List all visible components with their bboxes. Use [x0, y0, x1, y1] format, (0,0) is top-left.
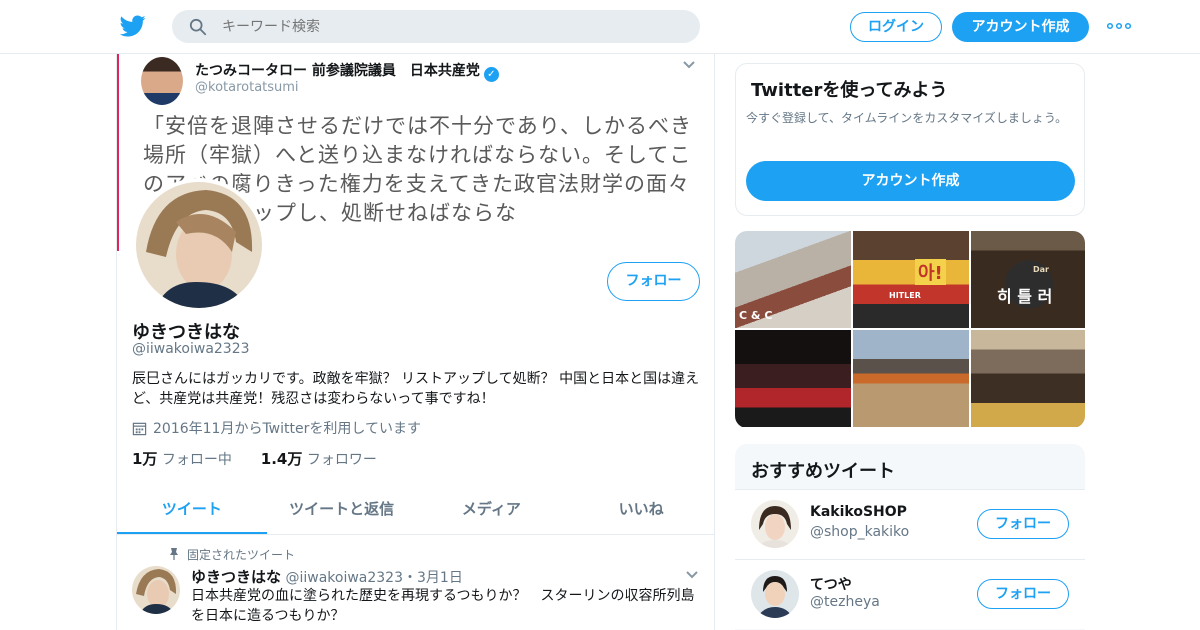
following-label: フォロー中	[161, 452, 232, 468]
top-nav-bar: ログイン アカウント作成	[0, 0, 1200, 54]
media-sign-text: 아!	[915, 259, 946, 285]
tab-tweets[interactable]: ツイート	[117, 485, 267, 534]
verified-icon: ✓	[483, 67, 499, 82]
recommended-avatar-portrait	[751, 570, 799, 618]
tweet-header: ゆきつきはな @iiwakoiwa2323・3月1日	[191, 566, 463, 587]
followers-count: 1.4万	[260, 450, 303, 468]
recommended-title: おすすめツイート	[751, 461, 895, 482]
recommended-user-avatar[interactable]	[751, 500, 799, 548]
tweet-text: 日本共産党の血に塗られた歴史を再現するつもりか？ スターリンの収容所列島を日本に…	[191, 588, 695, 624]
media-thumbnail[interactable]: C & C	[735, 231, 851, 328]
recommended-user-row[interactable]: てつや @tezheya フォロー	[735, 559, 1085, 629]
search-icon	[189, 18, 207, 36]
tab-media[interactable]: メディア	[417, 485, 567, 534]
profile-tabs: ツイート ツイートと返信 メディア いいね	[117, 485, 714, 535]
media-thumbnail[interactable]	[853, 330, 969, 427]
follow-button[interactable]: フォロー	[977, 509, 1069, 539]
joined-text: 2016年11月からTwitterを利用しています	[153, 421, 421, 437]
tab-tweets-and-replies[interactable]: ツイートと返信	[267, 485, 417, 534]
profile-bio: 辰巳さんにはガッカリです。政敵を牢獄？ リストアップして処断？ 中国と日本と国は…	[132, 371, 700, 407]
signup-card-button[interactable]: アカウント作成	[746, 161, 1075, 201]
tweet-avatar-portrait	[132, 566, 180, 614]
banner-tweet-name: たつみコータロー 前参議院議員 日本共産党	[195, 63, 480, 79]
more-dots-icon[interactable]	[1107, 19, 1131, 33]
signup-button[interactable]: アカウント作成	[952, 12, 1089, 42]
recommended-user-handle: @tezheya	[810, 594, 880, 610]
pinned-label-text: 固定されたツイート	[187, 548, 296, 562]
media-thumbnail[interactable]	[735, 330, 851, 427]
following-stat[interactable]: 1万 フォロー中	[132, 450, 232, 468]
login-button[interactable]: ログイン	[850, 12, 942, 42]
profile-stats: 1万 フォロー中 1.4万 フォロワー	[132, 448, 377, 469]
tab-likes[interactable]: いいね	[566, 485, 714, 534]
media-thumbnail[interactable]	[971, 330, 1085, 427]
media-thumbnail-grid: C & C 아! HITLER Dar 히 틀 러	[735, 231, 1085, 428]
profile-avatar[interactable]	[132, 178, 266, 312]
followers-stat[interactable]: 1.4万 フォロワー	[260, 450, 377, 468]
media-sign-text: Dar	[1033, 265, 1049, 274]
chevron-down-icon	[683, 61, 695, 69]
search-input[interactable]	[222, 10, 682, 43]
banner-tweet-avatar	[141, 57, 183, 105]
tweet-author-handle: @iiwakoiwa2323	[285, 570, 403, 586]
recommended-user-handle: @shop_kakiko	[810, 524, 910, 540]
recommended-user-name[interactable]: てつや	[810, 574, 852, 594]
media-sign-text: C & C	[739, 309, 773, 322]
profile-column: たつみコータロー 前参議院議員 日本共産党 ✓ @kotarotatsumi 「安…	[116, 54, 715, 630]
media-thumbnail[interactable]: Dar 히 틀 러	[971, 231, 1085, 328]
media-thumbnail[interactable]: 아! HITLER	[853, 231, 969, 328]
search-box[interactable]	[172, 10, 700, 43]
recommended-tweets-card: おすすめツイート KakikoSHOP @shop_kakiko フォロー てつ…	[735, 444, 1085, 630]
follow-button[interactable]: フォロー	[607, 262, 700, 301]
media-sign-text: 히 틀 러	[997, 287, 1053, 306]
pin-icon	[170, 548, 178, 560]
calendar-icon	[132, 422, 147, 436]
followers-label: フォロワー	[306, 452, 377, 468]
banner-tweet-author: たつみコータロー 前参議院議員 日本共産党 ✓	[195, 60, 499, 82]
recommended-user-name[interactable]: KakikoSHOP	[810, 504, 907, 520]
signup-card-description: 今すぐ登録して、タイムラインをカスタマイズしましょう。	[746, 111, 1068, 125]
recommended-user-avatar[interactable]	[751, 570, 799, 618]
following-count: 1万	[132, 450, 158, 468]
recommended-avatar-portrait	[751, 500, 799, 548]
profile-joined-date: 2016年11月からTwitterを利用しています	[132, 418, 421, 438]
tweet-date[interactable]: ・3月1日	[403, 570, 463, 586]
profile-handle[interactable]: @iiwakoiwa2323	[132, 341, 250, 357]
pinned-tweet-label: 固定されたツイート	[169, 546, 295, 563]
signup-card-title: Twitterを使ってみよう	[751, 80, 948, 101]
tweet-avatar[interactable]	[132, 566, 180, 614]
twitter-bird-icon[interactable]	[120, 13, 146, 39]
avatar-portrait	[136, 182, 262, 308]
recommended-user-row[interactable]: KakikoSHOP @shop_kakiko フォロー	[735, 489, 1085, 559]
media-sign-text: HITLER	[889, 291, 921, 300]
chevron-down-icon[interactable]	[685, 570, 699, 580]
follow-button[interactable]: フォロー	[977, 579, 1069, 609]
banner-tweet-handle: @kotarotatsumi	[195, 80, 299, 95]
signup-prompt-card: Twitterを使ってみよう 今すぐ登録して、タイムラインをカスタマイズしましょ…	[735, 63, 1085, 216]
tweet-author-name[interactable]: ゆきつきはな	[191, 568, 281, 586]
